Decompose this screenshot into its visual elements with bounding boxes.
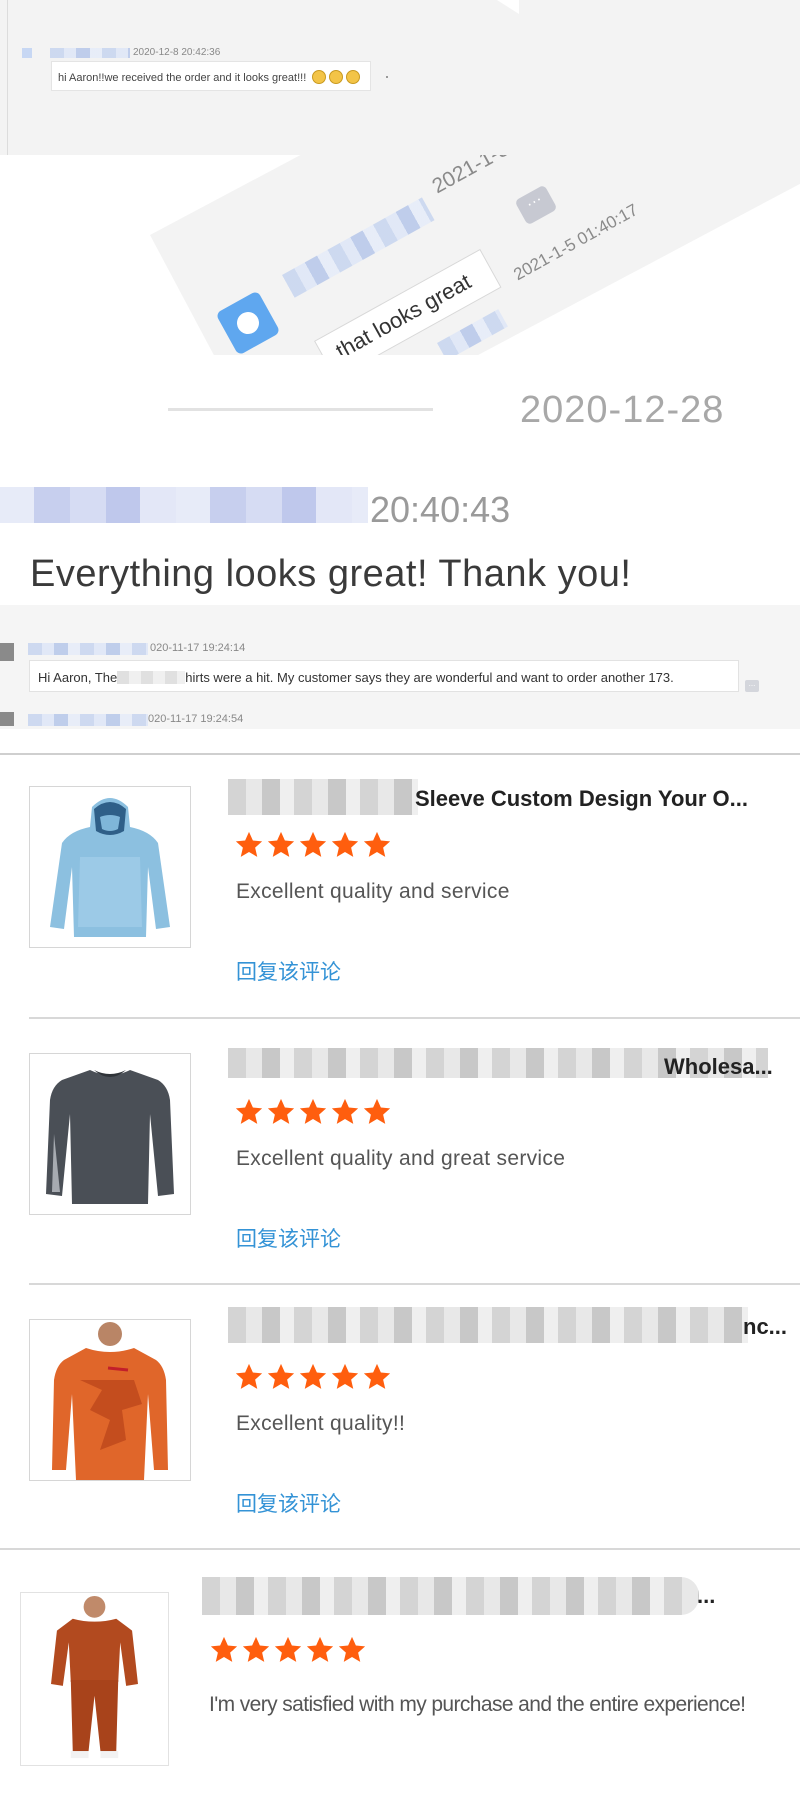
star-rating [209,1635,369,1667]
reply-to-review-link[interactable]: 回复该评论 [236,956,341,986]
star-icon [331,1363,359,1389]
message-timestamp: 020-11-17 19:24:14 [150,642,246,654]
avatar [0,643,14,661]
redacted-product-title [228,1307,748,1343]
message-timestamp: 20:40:43 [370,489,511,530]
star-icon [363,831,391,857]
star-icon [331,831,359,857]
message-text-start: Hi Aaron, The [38,670,118,685]
hoodie-image [50,798,170,937]
product-title[interactable]: nc... [743,1314,787,1340]
star-icon [363,1363,391,1389]
decorative-dot [386,76,388,78]
star-icon [299,1098,327,1124]
product-title[interactable]: ... [697,1583,715,1609]
message-timestamp: 020-11-17 19:24:54 [148,713,244,725]
redacted-sender-name [28,643,148,655]
star-icon [331,1098,359,1124]
chat-panel-1: 2020-12-8 20:42:36 hi Aaron!!we received… [0,0,800,155]
review-item: Wholesa... Excellent quality and great s… [0,1017,800,1281]
date-divider-line [168,408,433,411]
tracksuit-model-image [51,1595,138,1759]
star-rating [234,830,394,862]
star-rating [234,1097,394,1129]
review-item: nc... Excellent quality!! 回复该评论 [0,1281,800,1545]
product-thumbnail[interactable] [20,1592,169,1766]
star-icon [363,1098,391,1124]
product-thumbnail[interactable] [29,1053,191,1215]
star-icon [210,1636,238,1662]
star-icon [235,831,263,857]
redacted-text [117,671,186,684]
reply-to-review-link[interactable]: 回复该评论 [236,1223,341,1253]
long-sleeve-shirt-image [46,1070,174,1204]
message-text: hi Aaron!!we received the order and it l… [58,72,307,84]
message-timestamp: 2020-12-8 20:42:36 [133,47,221,58]
redacted-sender-name [0,487,368,523]
chat-panel-4: 020-11-17 19:24:14 Hi Aaron, The hirts we… [0,605,800,729]
divider [0,1548,800,1550]
chat-panel-2: 2021-1-5 01:40:14 that looks great ··· 2… [0,155,800,355]
review-item: Sleeve Custom Design Your O... Excellent… [0,753,800,1017]
star-icon [306,1636,334,1662]
star-icon [299,831,327,857]
grin-emoji-icon [312,70,327,84]
redacted-sender-name [50,48,130,58]
avatar [0,712,14,726]
message-bubble: Hi Aaron, The hirts were a hit. My custom… [29,660,739,692]
star-icon [235,1363,263,1389]
product-title[interactable]: Wholesa... [664,1054,773,1080]
star-icon [242,1636,270,1662]
avatar [22,48,32,58]
star-icon [235,1098,263,1124]
reply-to-review-link[interactable]: 回复该评论 [236,1488,341,1518]
review-comment: Excellent quality and great service [236,1147,566,1170]
star-icon [274,1636,302,1662]
redacted-product-title [202,1577,699,1615]
more-options-button[interactable]: ... [745,680,759,692]
divider [29,1283,800,1285]
product-title[interactable]: Sleeve Custom Design Your O... [415,786,748,812]
star-icon [299,1363,327,1389]
review-item: ... I'm very satisfied with my purchase … [0,1545,800,1800]
review-comment: Excellent quality!! [236,1412,406,1435]
star-rating [234,1362,394,1394]
date-divider: 2020-12-28 [520,389,725,431]
decorative-corner [497,0,519,14]
product-thumbnail[interactable] [29,1319,191,1481]
product-thumbnail[interactable] [29,786,191,948]
camo-shirt-model-image [52,1322,168,1480]
message-text: Everything looks great! Thank you! [30,553,632,595]
divider [0,753,800,755]
star-icon [267,1363,295,1389]
star-icon [338,1636,366,1662]
grin-emoji-icon [329,70,344,84]
divider [29,1017,800,1019]
star-icon [267,831,295,857]
message-bubble: hi Aaron!!we received the order and it l… [51,61,372,91]
grin-emoji-icon [346,70,361,84]
review-comment: Excellent quality and service [236,880,510,903]
divider [7,0,8,155]
redacted-product-title [228,779,418,815]
star-icon [267,1098,295,1124]
message-text-end: hirts were a hit. My customer says they … [185,670,674,685]
chat-panel-3: 2020-12-28 20:40:43 Everything looks gre… [0,355,800,605]
redacted-sender-name [28,714,148,726]
review-comment: I'm very satisfied with my purchase and … [209,1693,746,1716]
